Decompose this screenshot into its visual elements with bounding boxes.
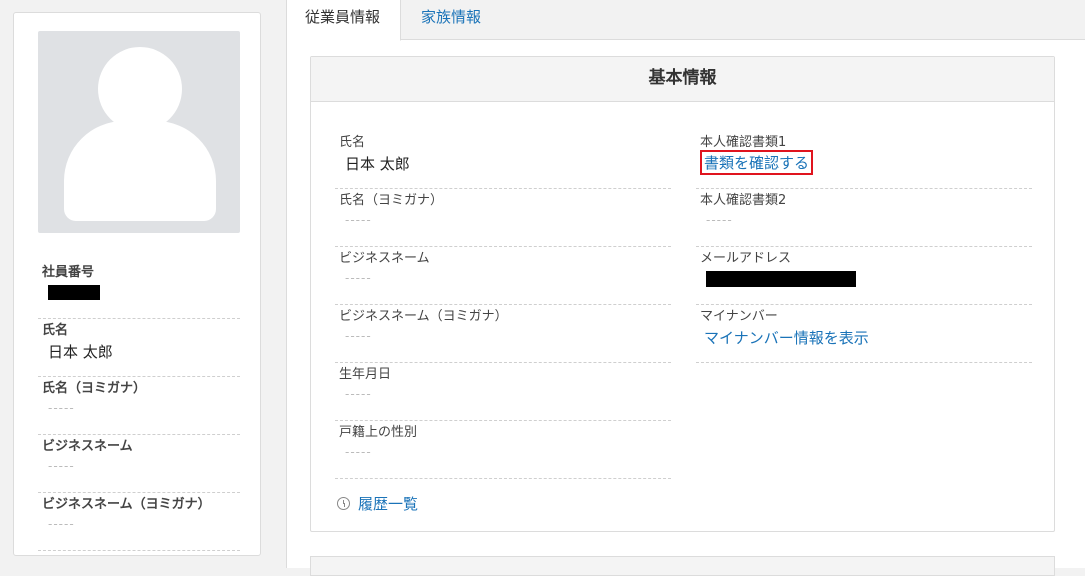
field-value: -----	[345, 329, 372, 343]
field-label: メールアドレス	[700, 251, 792, 266]
field-label: ビジネスネーム	[42, 439, 133, 454]
field-value: 日本 太郎	[345, 155, 410, 173]
field-label: 生年月日	[339, 367, 392, 382]
id-document-2-field: 本人確認書類2 -----	[696, 189, 1032, 247]
field-label: 戸籍上の性別	[339, 425, 418, 440]
name-field: 氏名 日本 太郎	[335, 131, 671, 189]
next-section-header	[310, 556, 1055, 576]
profile-card: 社員番号 氏名 日本 太郎 氏名（ヨミガナ） ----- ビジネスネーム ---…	[13, 12, 261, 556]
main-panel: 従業員情報 家族情報 基本情報 氏名 日本 太郎 氏名（ヨミガナ） ----- …	[286, 0, 1085, 576]
field-value: 日本 太郎	[48, 343, 113, 361]
tab-bar: 従業員情報 家族情報	[287, 0, 1085, 41]
basic-info-section: 基本情報 氏名 日本 太郎 氏名（ヨミガナ） ----- ビジネスネーム ---…	[310, 56, 1055, 532]
business-name-field: ビジネスネーム -----	[335, 247, 671, 305]
business-name-kana-field: ビジネスネーム（ヨミガナ） -----	[38, 493, 240, 551]
field-value: -----	[345, 213, 372, 227]
field-value: -----	[706, 213, 733, 227]
history-link[interactable]: 履歴一覧	[337, 493, 418, 514]
tab-employee-info[interactable]: 従業員情報	[287, 0, 401, 41]
employee-number-field: 社員番号	[38, 261, 240, 319]
field-value: -----	[48, 517, 75, 531]
avatar-placeholder	[38, 31, 240, 233]
my-number-field: マイナンバー マイナンバー情報を表示	[696, 305, 1032, 363]
field-value: -----	[345, 271, 372, 285]
field-value: -----	[345, 445, 372, 459]
redacted-value	[48, 285, 100, 300]
field-value: -----	[345, 387, 372, 401]
section-title: 基本情報	[311, 57, 1054, 102]
name-field: 氏名 日本 太郎	[38, 319, 240, 377]
clock-icon	[337, 497, 350, 510]
field-label: 氏名（ヨミガナ）	[339, 193, 444, 208]
redacted-value	[706, 271, 856, 287]
field-label: 氏名（ヨミガナ）	[42, 381, 147, 396]
field-label: ビジネスネーム（ヨミガナ）	[42, 497, 211, 512]
avatar-body-shape	[64, 121, 216, 221]
field-label: マイナンバー	[700, 309, 778, 324]
name-kana-field: 氏名（ヨミガナ） -----	[335, 189, 671, 247]
field-label: ビジネスネーム	[339, 251, 430, 266]
field-label: 氏名	[42, 323, 69, 338]
tab-family-info[interactable]: 家族情報	[403, 0, 499, 40]
history-link-label: 履歴一覧	[358, 495, 419, 513]
birth-date-field: 生年月日 -----	[335, 363, 671, 421]
show-my-number-link[interactable]: マイナンバー情報を表示	[704, 327, 869, 348]
business-name-field: ビジネスネーム -----	[38, 435, 240, 493]
business-name-kana-field: ビジネスネーム（ヨミガナ） -----	[335, 305, 671, 363]
field-value: -----	[48, 401, 75, 415]
legal-gender-field: 戸籍上の性別 -----	[335, 421, 671, 479]
name-kana-field: 氏名（ヨミガナ） -----	[38, 377, 240, 435]
field-label: 本人確認書類2	[700, 193, 787, 208]
field-label: 氏名	[339, 135, 366, 150]
field-value: -----	[48, 459, 75, 473]
email-field: メールアドレス	[696, 247, 1032, 305]
view-document-link[interactable]: 書類を確認する	[700, 150, 814, 175]
id-document-1-field: 本人確認書類1 書類を確認する	[696, 131, 1032, 189]
field-label: 社員番号	[42, 265, 95, 280]
field-label: ビジネスネーム（ヨミガナ）	[339, 309, 508, 324]
avatar-head-shape	[98, 47, 182, 131]
field-label: 本人確認書類1	[700, 135, 787, 150]
